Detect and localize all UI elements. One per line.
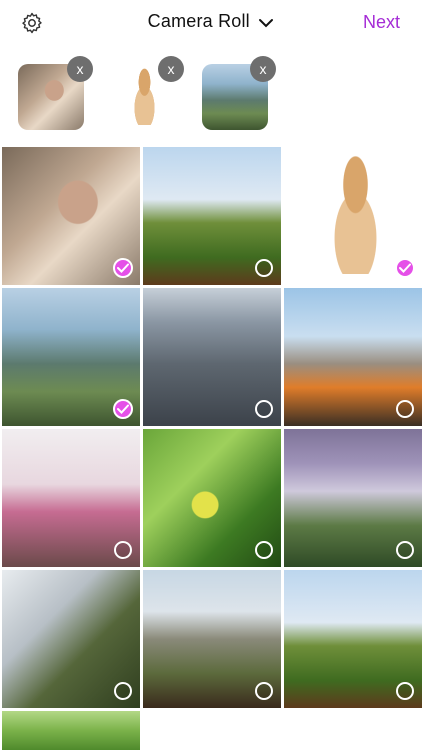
leaves-photo (2, 711, 140, 750)
select-circle[interactable] (255, 541, 273, 559)
photo-cell[interactable] (2, 570, 140, 708)
dog-figure (125, 67, 163, 125)
photo-cell[interactable] (143, 288, 281, 426)
remove-selected-button[interactable]: x (158, 56, 184, 82)
photo-cell[interactable] (284, 288, 422, 426)
remove-selected-button[interactable]: x (67, 56, 93, 82)
album-selector[interactable]: Camera Roll (0, 11, 422, 32)
select-circle[interactable] (114, 682, 132, 700)
dog-figure (317, 155, 395, 274)
album-title[interactable]: Camera Roll (148, 11, 250, 31)
select-circle[interactable] (396, 682, 414, 700)
photo-cell[interactable] (2, 429, 140, 567)
select-circle[interactable] (255, 259, 273, 277)
photo-cell[interactable] (2, 711, 140, 750)
select-circle[interactable] (396, 541, 414, 559)
photo-cell[interactable] (143, 570, 281, 708)
select-circle[interactable] (114, 541, 132, 559)
photo-cell[interactable] (2, 288, 140, 426)
selected-photos-strip: x x x (0, 56, 422, 136)
chevron-down-icon[interactable] (258, 17, 274, 29)
photo-cell[interactable] (143, 429, 281, 567)
selected-check-icon[interactable] (113, 399, 133, 419)
photo-cell[interactable] (2, 147, 140, 285)
select-circle[interactable] (255, 400, 273, 418)
photo-cell[interactable] (284, 147, 422, 285)
selected-check-icon[interactable] (395, 258, 415, 278)
next-button[interactable]: Next (363, 12, 400, 33)
selected-check-icon[interactable] (113, 258, 133, 278)
remove-selected-button[interactable]: x (250, 56, 276, 82)
select-circle[interactable] (255, 682, 273, 700)
photo-cell[interactable] (284, 429, 422, 567)
photo-cell[interactable] (284, 570, 422, 708)
select-circle[interactable] (396, 400, 414, 418)
photo-cell[interactable] (143, 147, 281, 285)
navigation-bar: Camera Roll Next (0, 0, 422, 46)
